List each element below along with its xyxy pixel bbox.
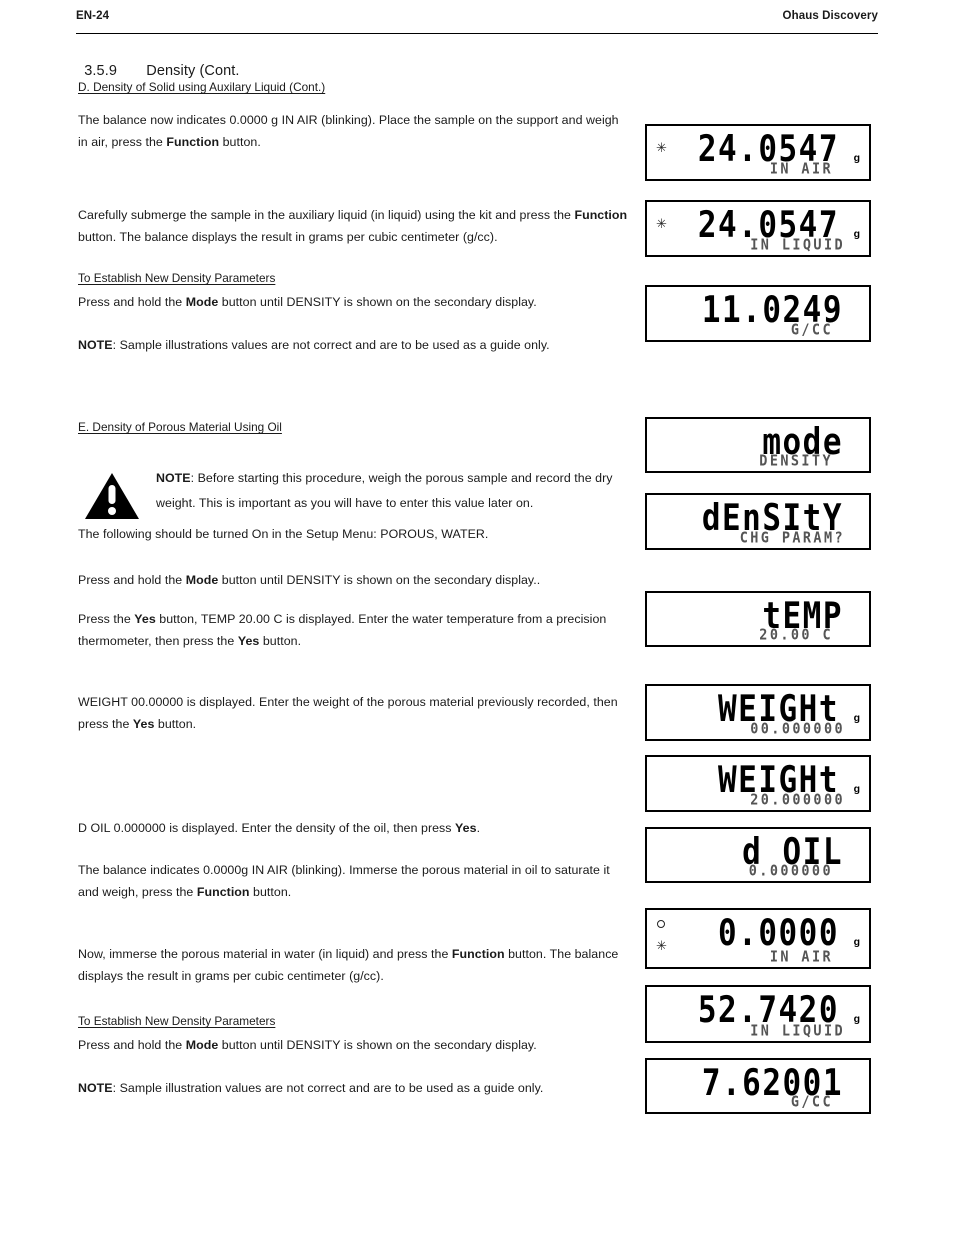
paragraph-hold-mode-2: Press and hold the Mode button until DEN… [78,570,628,592]
text: . [476,821,481,835]
paragraph-hold-mode-1: Press and hold the Mode button until DEN… [78,292,628,314]
lcd-secondary-value: 20.000000 [750,791,845,809]
note-label: NOTE [78,1081,113,1095]
lcd-secondary-value: 00.000000 [750,720,845,738]
text: Press and hold the [78,295,186,309]
paragraph-setup-menu: The following should be turned On in the… [78,527,489,541]
lcd-secondary-value: IN AIR [769,948,833,966]
button-name-mode: Mode [185,1038,219,1052]
paragraph-weight-entry: WEIGHT 00.00000 is displayed. Enter the … [78,692,628,735]
text: The balance now indicates 0.0000 g IN AI… [78,113,619,149]
button-name-yes: Yes [237,633,260,648]
text: Carefully submerge the sample in the aux… [78,208,575,222]
subheading-e: E. Density of Porous Material Using Oil [78,420,282,434]
text: button. [219,134,261,149]
lcd-display-10: ✳ 0.0000 IN AIR g [645,908,871,969]
lcd-unit-label: g [853,936,860,948]
section-heading: 3.5.9 Density (Cont. [76,47,240,79]
lcd-secondary-value: CHG PARAM? [739,529,845,547]
net-annunciator-icon: ✳ [656,140,667,155]
button-name-function: Function [196,884,250,899]
text: Press and hold the [78,573,186,587]
text: The balance indicates 0.0000g IN AIR (bl… [78,863,610,899]
text: button. The balance displays the result … [78,229,498,244]
subheading-establish-parameters-2: To Establish New Density Parameters [78,1014,276,1028]
lcd-secondary-value: DENSITY [759,452,833,470]
button-name-yes: Yes [132,716,155,731]
net-annunciator-icon: ✳ [656,938,667,953]
text: button. [154,716,197,731]
lcd-secondary-value: IN LIQUID [750,236,845,254]
lcd-display-1: ✳ 24.0547 IN AIR g [645,124,871,181]
paragraph-immerse-water: Now, immerse the porous material in wate… [78,944,628,987]
lcd-unit-label: g [853,783,860,795]
text: : Sample illustration values are not cor… [112,1081,544,1095]
net-annunciator-icon: ✳ [656,216,667,231]
lcd-secondary-value: 20.00 C [759,626,833,644]
paragraph-note-2: NOTE: Sample illustration values are not… [78,1078,628,1100]
header-divider [76,33,878,34]
lcd-display-7: WEIGHt 00.000000 g [645,684,871,741]
lcd-display-6: tEMP 20.00 C [645,591,871,647]
lcd-secondary-value: IN AIR [769,160,833,178]
text: Press and hold the [78,1038,186,1052]
button-name-yes: Yes [455,821,477,835]
subheading-d: D. Density of Solid using Auxilary Liqui… [78,80,326,94]
paragraph-submerge-sample: Carefully submerge the sample in the aux… [78,205,628,248]
lcd-display-12: 7.62001 G/CC [645,1058,871,1114]
paragraph-doil-entry: D OIL 0.000000 is displayed. Enter the d… [78,818,628,840]
note-text: NOTE: Before starting this procedure, we… [156,466,628,516]
paragraph-weigh-in-air: The balance now indicates 0.0000 g IN AI… [78,110,628,153]
page-header: EN-24 Ohaus Discovery [76,10,878,22]
lcd-display-9: d OIL 0.000000 [645,827,871,883]
text: Press the [78,612,135,626]
lcd-display-3: 11.0249 G/CC [645,285,871,342]
lcd-secondary-value: 0.000000 [748,862,833,880]
lcd-display-11: 52.7420 IN LIQUID g [645,985,871,1043]
lcd-secondary-value: G/CC [790,1093,833,1111]
section-number: 3.5.9 [84,63,118,79]
text: Now, immerse the porous material in wate… [78,947,452,961]
lcd-unit-label: g [853,1013,860,1025]
section-title: Density (Cont. [146,63,240,79]
lcd-unit-label: g [853,712,860,724]
lcd-display-2: ✳ 24.0547 IN LIQUID g [645,200,871,257]
stable-annunciator-icon [657,920,665,928]
text: button until DENSITY is shown on the sec… [218,1038,537,1052]
lcd-unit-label: g [853,152,860,164]
lcd-secondary-value: G/CC [790,321,833,339]
product-name: Ohaus Discovery [782,10,878,22]
note-label: NOTE [78,338,113,352]
text: button until DENSITY is shown on the sec… [218,573,541,587]
text: button. [249,884,292,899]
text: D OIL 0.000000 is displayed. Enter the d… [78,821,456,835]
subheading-establish-parameters-1: To Establish New Density Parameters [78,271,276,285]
button-name-function: Function [451,947,505,961]
warning-triangle-icon [85,473,139,519]
button-name-mode: Mode [185,295,219,309]
text: button until DENSITY is shown on the sec… [218,295,537,309]
button-name-function: Function [574,208,628,222]
text: button. [259,633,302,648]
paragraph-note-1: NOTE: Sample illustrations values are no… [78,335,628,357]
button-name-mode: Mode [185,573,219,587]
text: button, TEMP 20.00 C is displayed. Enter… [78,612,607,648]
lcd-display-8: WEIGHt 20.000000 g [645,755,871,812]
paragraph-temp-entry: Press the Yes button, TEMP 20.00 C is di… [78,609,628,652]
paragraph-hold-mode-3: Press and hold the Mode button until DEN… [78,1035,628,1057]
page-number: EN-24 [76,10,110,22]
lcd-display-4: mode DENSITY [645,417,871,473]
paragraph-immerse-oil: The balance indicates 0.0000g IN AIR (bl… [78,860,628,903]
button-name-yes: Yes [134,612,156,626]
button-name-function: Function [166,134,220,149]
lcd-unit-label: g [853,228,860,240]
lcd-secondary-value: IN LIQUID [750,1022,845,1040]
text: : Before starting this procedure, weigh … [156,471,613,510]
text: : Sample illustrations values are not co… [112,338,550,352]
note-label: NOTE [156,471,191,485]
lcd-display-5: dEnSItY CHG PARAM? [645,493,871,550]
